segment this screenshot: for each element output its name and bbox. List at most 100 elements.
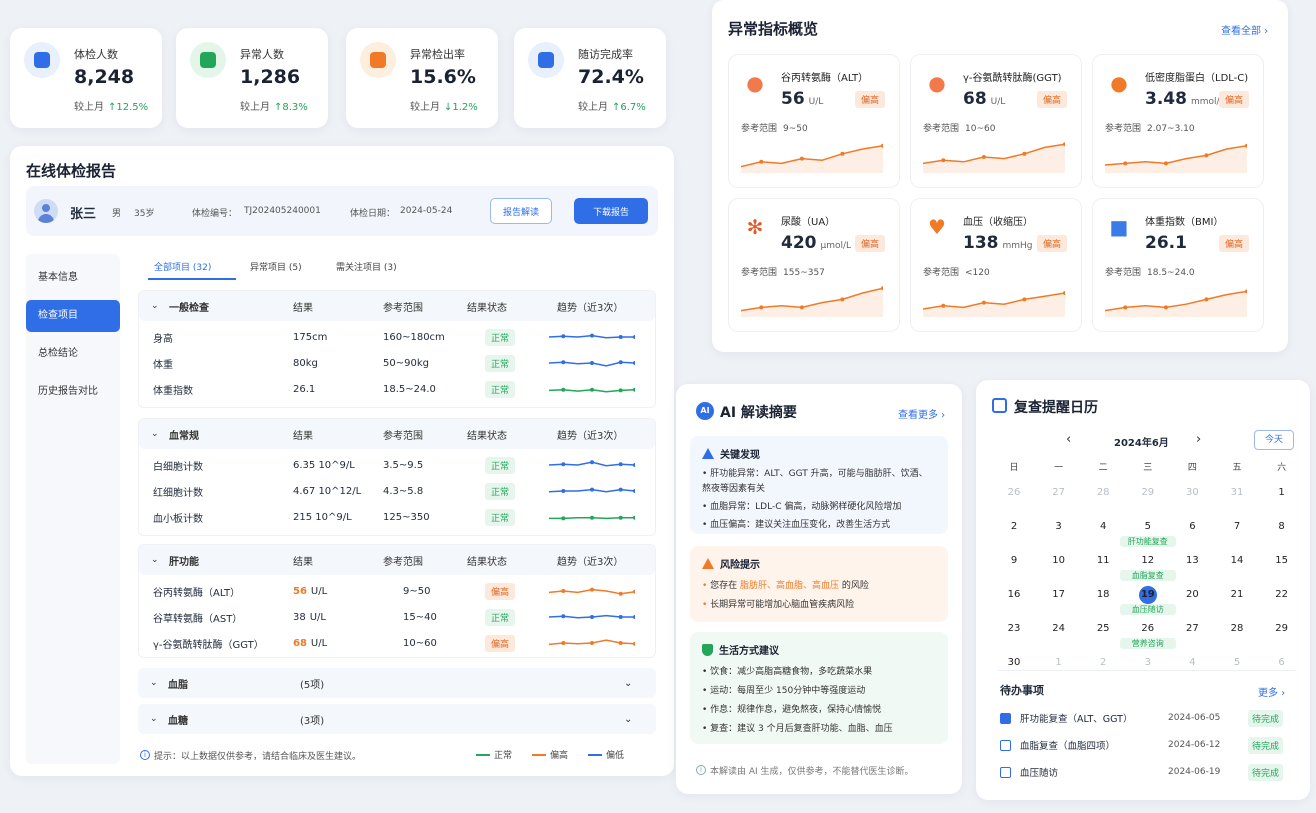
todo-date: 2024-06-12	[1168, 740, 1221, 750]
col-result-header: 结果	[293, 302, 313, 314]
download-report-button[interactable]: 下载报告	[574, 198, 648, 224]
calendar-day[interactable]: 22	[1260, 586, 1304, 604]
calendar-day[interactable]: 21	[1215, 586, 1259, 604]
item-result: 26.1	[293, 383, 316, 395]
today-button[interactable]: 今天	[1254, 430, 1294, 450]
chevron-down-icon: ⌄	[151, 555, 159, 565]
patient-bar: 张三 男 35岁 体检编号： TJ202405240001 体检日期： 2024…	[26, 186, 658, 236]
indicator-card[interactable]: ● 低密度脂蛋白（LDL-C) 3.48 mmol/L 偏高 参考范围 2.07~3.10	[1092, 54, 1264, 188]
calendar-day[interactable]: 13	[1170, 552, 1214, 570]
calendar-day[interactable]: 20	[1170, 586, 1214, 604]
status-badge: 正常	[485, 608, 516, 626]
col-result-header: 结果	[293, 556, 313, 568]
calendar-day[interactable]: 27	[1170, 620, 1214, 638]
section-name: 肝功能	[169, 556, 199, 568]
expand-chevron-icon[interactable]: ⌄	[624, 678, 632, 689]
tab-item[interactable]: 需关注项目 (3)	[336, 260, 397, 273]
shield-icon	[702, 643, 713, 656]
trend-cell	[548, 636, 637, 653]
trend-sparkline	[549, 515, 637, 521]
calendar-day[interactable]: 31	[1215, 484, 1259, 502]
calendar-day[interactable]: 10	[1037, 552, 1081, 570]
lifestyle-item: • 作息：规律作息，避免熬夜，保持心情愉悦	[702, 705, 882, 715]
interpret-report-button[interactable]: 报告解读	[490, 198, 552, 224]
calendar-day[interactable]: 16	[992, 586, 1036, 604]
calendar-day[interactable]: 26	[992, 484, 1036, 502]
status-badge: 偏高	[485, 582, 516, 600]
side-nav-item[interactable]: 检查项目	[26, 300, 120, 332]
calendar-day[interactable]: 17	[1037, 586, 1081, 604]
section-header[interactable]: ⌄ 肝功能 结果 参考范围 结果状态 趋势（近3次）	[139, 545, 655, 575]
todo-item[interactable]: 肝功能复查（ALT、GGT） 2024-06-05 待完成	[998, 708, 1296, 728]
indicator-value: 26.1	[1145, 233, 1187, 253]
table-row: 体重指数 26.1 18.5~24.0 正常	[153, 377, 641, 401]
calendar-day[interactable]: 24	[1037, 620, 1081, 638]
indicator-card[interactable]: ■ 体重指数（BMI） 26.1 偏高 参考范围 18.5~24.0	[1092, 198, 1264, 332]
calendar-day[interactable]: 29	[1260, 620, 1304, 638]
expand-chevron-icon[interactable]: ⌄	[624, 714, 632, 725]
section-header[interactable]: ⌄ 血常规 结果 参考范围 结果状态 趋势（近3次）	[139, 419, 655, 449]
calendar-day[interactable]: 8	[1260, 518, 1304, 536]
col-range-header: 参考范围	[383, 556, 423, 568]
calendar-day[interactable]: 11	[1081, 552, 1125, 570]
stat-value: 72.4%	[578, 66, 644, 88]
calendar-day[interactable]: 3	[1037, 518, 1081, 536]
checkbox-icon[interactable]	[1000, 766, 1011, 778]
calendar-day[interactable]: 26 营养咨询	[1119, 620, 1176, 649]
stat-change: ↑8.3%	[274, 102, 308, 113]
calendar-day[interactable]: 4	[1081, 518, 1125, 536]
prev-month-button[interactable]: ‹	[1066, 432, 1071, 447]
calendar-event[interactable]: 血压随访	[1119, 604, 1176, 615]
calendar-day[interactable]: 18	[1081, 586, 1125, 604]
view-all-link[interactable]: 查看全部 ›	[1221, 22, 1268, 37]
calendar-day[interactable]: 5 肝功能复查	[1119, 518, 1176, 547]
indicator-card[interactable]: ♥ 血压（收缩压） 138 mmHg 偏高 参考范围 <120	[910, 198, 1082, 332]
calendar-day[interactable]: 25	[1081, 620, 1125, 638]
calendar-event[interactable]: 血脂复查	[1119, 570, 1176, 581]
calendar-day[interactable]: 30	[1170, 484, 1214, 502]
todo-item[interactable]: 血压随访 2024-06-19 待完成	[998, 762, 1296, 782]
todo-item[interactable]: 血脂复查（血脂四项） 2024-06-12 待完成	[998, 735, 1296, 755]
indicator-card[interactable]: ✻ 尿酸（UA） 420 μmol/L 偏高 参考范围 155~357	[728, 198, 900, 332]
calendar-day[interactable]: 12 血脂复查	[1119, 552, 1176, 581]
calendar-event[interactable]: 肝功能复查	[1119, 536, 1176, 547]
calendar-day[interactable]: 7	[1215, 518, 1259, 536]
ai-more-link[interactable]: 查看更多 ›	[898, 406, 945, 421]
collapsed-section[interactable]: ⌄ 血脂 (5项) ⌄	[138, 668, 656, 698]
calendar-day[interactable]: 27	[1037, 484, 1081, 502]
todo-status: 待完成	[1248, 709, 1284, 727]
next-month-button[interactable]: ›	[1196, 432, 1201, 447]
calendar-day[interactable]: 28	[1215, 620, 1259, 638]
section-header[interactable]: ⌄ 一般检查 结果 参考范围 结果状态 趋势（近3次）	[139, 291, 655, 321]
calendar-event[interactable]: 营养咨询	[1119, 638, 1176, 649]
indicator-sparkline	[1105, 143, 1247, 173]
calendar-day[interactable]: 2	[992, 518, 1036, 536]
calendar-day[interactable]: 14	[1215, 552, 1259, 570]
risk-item: • 您存在 脂肪肝、高血脂、高血压 的风险	[702, 581, 869, 591]
exam-id: TJ202405240001	[244, 206, 321, 216]
checkbox-icon[interactable]	[1000, 712, 1011, 724]
calendar-day[interactable]: 6	[1170, 518, 1214, 536]
side-nav-item[interactable]: 基本信息	[26, 262, 120, 294]
calendar-day[interactable]: 1	[1260, 484, 1304, 502]
tab-item[interactable]: 异常项目 (5)	[250, 260, 302, 273]
todo-more-link[interactable]: 更多 ›	[1258, 684, 1285, 699]
side-nav-item[interactable]: 历史报告对比	[26, 376, 120, 408]
stat-label: 随访完成率	[578, 48, 633, 61]
indicator-range: 参考范围 2.07~3.10	[1105, 124, 1195, 134]
checkbox-icon[interactable]	[1000, 739, 1011, 751]
indicator-card[interactable]: ● γ-谷氨酰转肽酶(GGT) 68 U/L 偏高 参考范围 10~60	[910, 54, 1082, 188]
calendar-day[interactable]: 15	[1260, 552, 1304, 570]
calendar-day[interactable]: 29	[1126, 484, 1170, 502]
status-badge: 正常	[485, 328, 516, 346]
collapsed-section[interactable]: ⌄ 血糖 (3项) ⌄	[138, 704, 656, 734]
calendar-day[interactable]: 28	[1081, 484, 1125, 502]
high-badge: 偏高	[854, 91, 885, 108]
side-nav-item[interactable]: 总检结论	[26, 338, 120, 370]
tab-item[interactable]: 全部项目 (32)	[154, 260, 211, 273]
indicator-card[interactable]: ● 谷丙转氨酶（ALT） 56 U/L 偏高 参考范围 9~50	[728, 54, 900, 188]
calendar-day[interactable]: 23	[992, 620, 1036, 638]
indicator-sparkline	[741, 143, 883, 173]
calendar-day[interactable]: 19 血压随访	[1119, 586, 1176, 615]
calendar-day[interactable]: 9	[992, 552, 1036, 570]
